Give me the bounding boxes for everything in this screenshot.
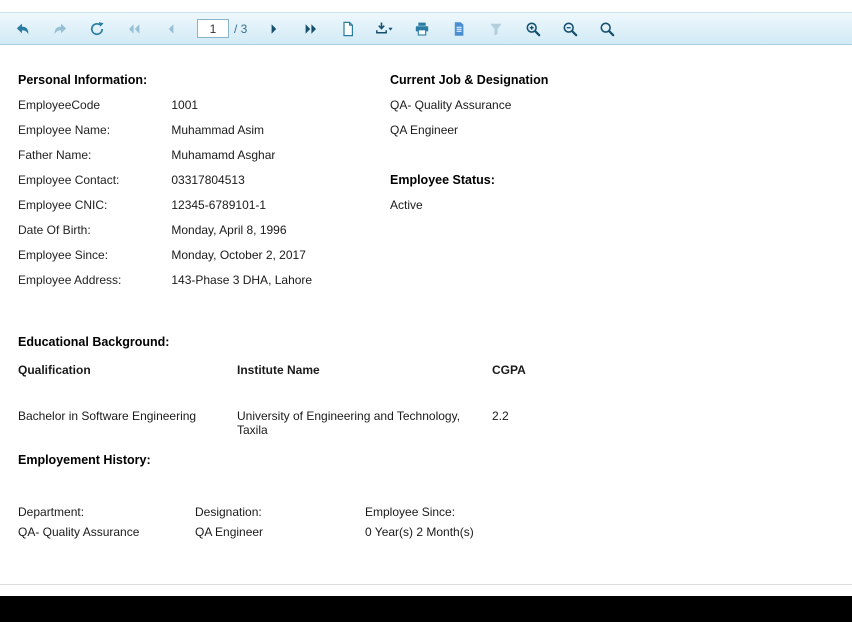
education-cgpa: 2.2 bbox=[492, 409, 509, 423]
job-status-section: Current Job & Designation QA- Quality As… bbox=[390, 68, 710, 218]
info-label: Father Name: bbox=[18, 148, 92, 162]
bottom-bar bbox=[0, 596, 852, 622]
employment-history-title: Employement History: bbox=[18, 453, 151, 467]
employment-header-row: Department: Designation: Employee Since: bbox=[18, 505, 658, 519]
info-label: Date Of Birth: bbox=[18, 223, 91, 237]
forward-button[interactable] bbox=[41, 15, 78, 43]
search-icon bbox=[600, 21, 615, 36]
education-header-row: Qualification Institute Name CGPA bbox=[18, 363, 738, 377]
employment-row: QA- Quality Assurance QA Engineer 0 Year… bbox=[18, 525, 658, 539]
current-job-designation: QA Engineer bbox=[390, 123, 459, 137]
info-value: Monday, October 2, 2017 bbox=[171, 248, 306, 262]
first-page-button[interactable] bbox=[115, 15, 152, 43]
info-row: EmployeeCode 1001 bbox=[18, 93, 383, 118]
info-row: Employee Name: Muhammad Asim bbox=[18, 118, 383, 143]
refresh-button[interactable] bbox=[78, 15, 115, 43]
education-row: Bachelor in Software Engineering Univers… bbox=[18, 409, 738, 437]
info-value: Muhammad Asim bbox=[171, 123, 265, 137]
info-row: Employee CNIC: 12345-6789101-1 bbox=[18, 193, 383, 218]
current-job-title: Current Job & Designation bbox=[390, 73, 549, 87]
page-navigator: / 3 bbox=[197, 19, 247, 38]
employment-header-department: Department: bbox=[18, 505, 85, 519]
next-page-button[interactable] bbox=[255, 15, 292, 43]
education-header-qualification: Qualification bbox=[18, 363, 91, 377]
print-button[interactable] bbox=[403, 15, 440, 43]
zoom-in-button[interactable] bbox=[514, 15, 551, 43]
education-institute: University of Engineering and Technology… bbox=[237, 409, 461, 437]
export-icon bbox=[376, 22, 393, 34]
info-row: Father Name: Muhamamd Asghar bbox=[18, 143, 383, 168]
filter-icon bbox=[490, 23, 502, 35]
info-label: Employee Since: bbox=[18, 248, 109, 262]
previous-page-icon bbox=[168, 23, 173, 34]
info-label: Employee Contact: bbox=[18, 173, 120, 187]
info-label: EmployeeCode bbox=[18, 98, 101, 112]
document-button[interactable] bbox=[440, 15, 477, 43]
employment-department: QA- Quality Assurance bbox=[18, 525, 140, 539]
employment-header-since: Employee Since: bbox=[365, 505, 456, 519]
back-button[interactable] bbox=[4, 15, 41, 43]
info-value: 143-Phase 3 DHA, Lahore bbox=[171, 273, 313, 287]
zoom-in-icon bbox=[526, 21, 541, 36]
page-number-input[interactable] bbox=[197, 19, 229, 38]
page-setup-icon bbox=[343, 21, 353, 36]
education-qualification: Bachelor in Software Engineering bbox=[18, 409, 197, 423]
info-label: Employee Address: bbox=[18, 273, 122, 287]
page-total-label: / 3 bbox=[234, 21, 248, 36]
employment-history-section: Employement History: Department: Designa… bbox=[18, 448, 658, 539]
employee-status-value: Active bbox=[390, 198, 423, 212]
current-job-department: QA- Quality Assurance bbox=[390, 98, 512, 112]
info-row: Employee Since: Monday, October 2, 2017 bbox=[18, 243, 383, 268]
export-button[interactable] bbox=[366, 15, 403, 43]
info-value: 12345-6789101-1 bbox=[171, 198, 267, 212]
refresh-icon bbox=[90, 21, 104, 35]
first-page-icon bbox=[128, 23, 139, 34]
info-label: Employee CNIC: bbox=[18, 198, 108, 212]
report-viewer: / 3 bbox=[0, 0, 852, 622]
employee-status-title: Employee Status: bbox=[390, 173, 495, 187]
page-bottom-divider bbox=[0, 584, 852, 585]
report-toolbar: / 3 bbox=[0, 12, 852, 45]
info-label: Employee Name: bbox=[18, 123, 111, 137]
zoom-out-icon bbox=[563, 21, 578, 36]
back-icon bbox=[16, 23, 28, 34]
employment-since: 0 Year(s) 2 Month(s) bbox=[365, 525, 474, 539]
education-title: Educational Background: bbox=[18, 335, 170, 349]
info-row: Employee Contact: 03317804513 bbox=[18, 168, 383, 193]
education-section: Educational Background: Qualification In… bbox=[18, 330, 738, 437]
info-value: Muhamamd Asghar bbox=[171, 148, 276, 162]
education-header-institute: Institute Name bbox=[237, 363, 320, 377]
search-button[interactable] bbox=[588, 15, 625, 43]
page-setup-button[interactable] bbox=[329, 15, 366, 43]
last-page-icon bbox=[305, 23, 316, 34]
education-header-cgpa: CGPA bbox=[492, 363, 526, 377]
filter-button[interactable] bbox=[477, 15, 514, 43]
print-icon bbox=[415, 22, 429, 36]
last-page-button[interactable] bbox=[292, 15, 329, 43]
forward-icon bbox=[54, 23, 66, 34]
personal-info-section: Personal Information: EmployeeCode 1001 … bbox=[18, 68, 383, 293]
info-value: Monday, April 8, 1996 bbox=[171, 223, 287, 237]
info-row: Date Of Birth: Monday, April 8, 1996 bbox=[18, 218, 383, 243]
previous-page-button[interactable] bbox=[152, 15, 189, 43]
personal-info-title: Personal Information: bbox=[18, 73, 148, 87]
info-row: Employee Address: 143-Phase 3 DHA, Lahor… bbox=[18, 268, 383, 293]
info-value: 1001 bbox=[171, 98, 199, 112]
info-value: 03317804513 bbox=[171, 173, 245, 187]
employment-header-designation: Designation: bbox=[195, 505, 262, 519]
next-page-icon bbox=[271, 23, 277, 34]
zoom-out-button[interactable] bbox=[551, 15, 588, 43]
document-icon bbox=[454, 21, 464, 36]
employment-designation: QA Engineer bbox=[195, 525, 264, 539]
